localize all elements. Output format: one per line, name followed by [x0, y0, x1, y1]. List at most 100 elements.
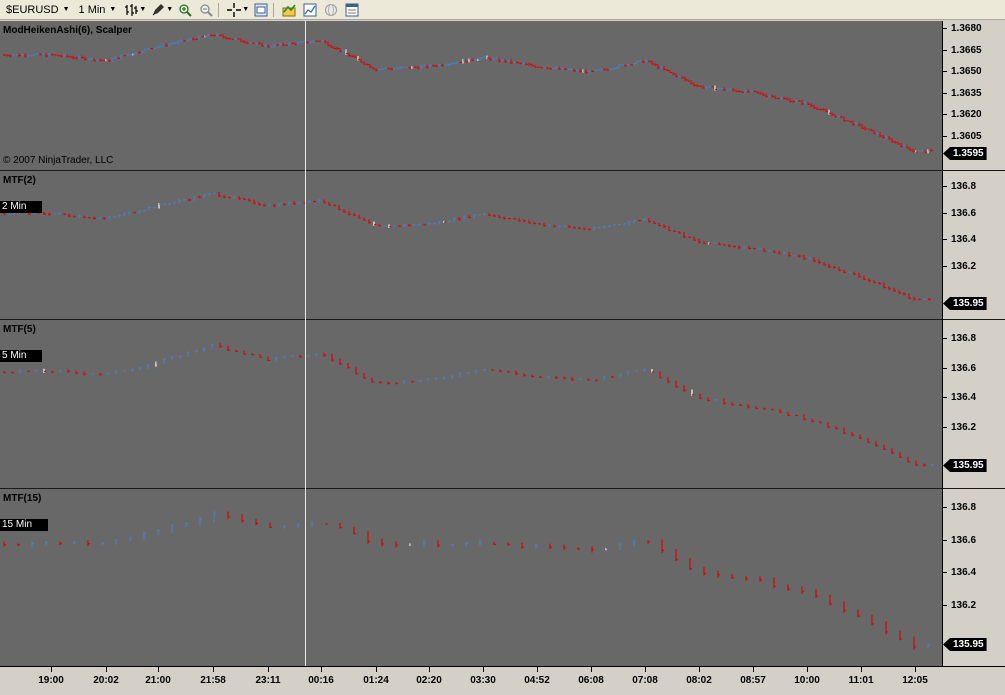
tick-label: 02:20	[416, 675, 442, 686]
price-axis-mtf-5[interactable]: 136.8 136.6 136.4 136.2 135.95	[942, 320, 1005, 489]
tick-mark	[428, 667, 430, 672]
chart-area[interactable]: ModHeikenAshi(6), Scalper © 2007 NinjaTr…	[0, 21, 1005, 695]
price-tick: 136.8	[943, 181, 1005, 193]
zoom-out-icon	[200, 3, 213, 17]
time-axis[interactable]: 19:00 20:02 21:00 21:58 23:11 00:16 01:24 02:20…	[0, 666, 1005, 695]
price-axis-mtf-15[interactable]: 136.8 136.6 136.4 136.2 135.95	[942, 489, 1005, 666]
tick-label: 1.3605	[951, 131, 982, 142]
properties-icon	[254, 3, 268, 16]
last-price-marker: 135.95	[943, 297, 987, 310]
price-axis-mtf-2[interactable]: 136.8 136.6 136.4 136.2 135.95	[942, 171, 1005, 320]
price-tick: 136.4	[943, 234, 1005, 246]
toolbar: $EURUSD ▼ 1 Min ▼ ▼ ▼ ▼	[0, 0, 1005, 20]
bar-type-button[interactable]	[122, 2, 140, 18]
price-tick: 1.3635	[943, 88, 1005, 100]
panel-heiken-ashi[interactable]: ModHeikenAshi(6), Scalper © 2007 NinjaTr…	[0, 21, 942, 171]
copyright-label: © 2007 NinjaTrader, LLC	[3, 155, 114, 166]
tick-label: 11:01	[848, 675, 874, 686]
tick-label: 03:30	[470, 675, 496, 686]
tick-label: 23:11	[255, 675, 281, 686]
tick-label: 19:00	[38, 675, 64, 686]
panel-title: MTF(2)	[3, 175, 36, 186]
strategies-icon	[282, 4, 296, 16]
tick-label: 07:08	[632, 675, 658, 686]
toolbar-separator	[218, 2, 220, 17]
tick-mark	[105, 667, 107, 672]
drawing-tools-button[interactable]	[149, 2, 167, 18]
interval-label: 1 Min	[78, 3, 106, 16]
time-tick: 12:05	[890, 667, 940, 686]
time-tick: 20:02	[81, 667, 131, 686]
tick-mark	[806, 667, 808, 672]
strategies-button[interactable]	[280, 2, 298, 18]
globe-icon	[325, 3, 338, 16]
tick-mark	[943, 338, 947, 339]
chevron-down-icon[interactable]: ▼	[166, 6, 173, 13]
indicators-icon	[303, 3, 317, 16]
tick-mark	[943, 572, 947, 573]
panel-mtf-15[interactable]: MTF(15) 15 Min	[0, 489, 942, 666]
tick-label: 01:24	[363, 675, 389, 686]
tick-mark	[943, 114, 947, 116]
indicators-button[interactable]	[301, 2, 319, 18]
tick-label: 136.2	[951, 599, 977, 611]
tick-mark	[943, 239, 947, 240]
tick-mark	[644, 667, 646, 672]
tick-mark	[482, 667, 484, 672]
tick-mark	[943, 212, 947, 214]
tick-label: 136.4	[951, 392, 977, 403]
instrument-label: $EURUSD	[6, 3, 59, 16]
price-tick: 136.2	[943, 600, 1005, 612]
time-tick: 11:01	[836, 667, 886, 686]
price-tick: 136.8	[943, 333, 1005, 345]
time-tick: 23:11	[243, 667, 293, 686]
tick-mark	[943, 397, 947, 398]
tick-label: 08:02	[686, 675, 712, 686]
price-axis-heiken-ashi[interactable]: 1.3680 1.3665 1.3650 1.3635 1.3620 1.3605 1.35…	[942, 21, 1005, 171]
price-tick: 1.3680	[943, 23, 1005, 35]
time-tick: 06:08	[566, 667, 616, 686]
tick-mark	[320, 667, 322, 672]
timeframe-badge: 2 Min	[0, 201, 43, 213]
price-tick: 136.6	[943, 208, 1005, 220]
time-tick: 03:30	[458, 667, 508, 686]
tick-mark	[943, 136, 947, 137]
tick-mark	[943, 92, 947, 94]
last-price-marker: 135.95	[943, 638, 987, 651]
chevron-down-icon[interactable]: ▼	[242, 6, 249, 13]
price-tick: 1.3665	[943, 45, 1005, 57]
panel-mtf-2[interactable]: MTF(2) 2 Min	[0, 171, 942, 320]
tick-label: 136.4	[951, 234, 977, 245]
tick-mark	[943, 507, 947, 508]
tick-mark	[943, 49, 947, 51]
time-tick: 07:08	[620, 667, 670, 686]
crosshair-button[interactable]	[225, 2, 243, 18]
interval-selector[interactable]: 1 Min ▼	[76, 2, 120, 18]
zoom-out-button[interactable]	[197, 2, 215, 18]
tick-mark	[590, 667, 592, 672]
time-tick: 21:58	[188, 667, 238, 686]
tick-mark	[698, 667, 700, 672]
tick-label: 136.2	[951, 421, 977, 433]
globe-button[interactable]	[322, 2, 340, 18]
tick-label: 1.3650	[951, 66, 982, 78]
time-tick: 21:00	[133, 667, 183, 686]
tick-mark	[943, 71, 947, 73]
panel-mtf-5[interactable]: MTF(5) 5 Min	[0, 320, 942, 489]
instrument-selector[interactable]: $EURUSD ▼	[3, 2, 73, 18]
chevron-down-icon[interactable]: ▼	[139, 6, 146, 13]
price-tick: 136.8	[943, 502, 1005, 514]
zoom-in-icon	[179, 3, 192, 17]
timeframe-badge: 5 Min	[0, 350, 43, 362]
panel-title: MTF(15)	[3, 493, 42, 504]
data-box-button[interactable]	[343, 2, 361, 18]
data-box-icon	[345, 3, 359, 16]
tick-label: 1.3635	[951, 87, 982, 99]
price-tick: 136.6	[943, 535, 1005, 547]
properties-button[interactable]	[252, 2, 270, 18]
tick-label: 136.6	[951, 362, 977, 374]
time-tick: 19:00	[26, 667, 76, 686]
tick-mark	[914, 667, 916, 672]
toolbar-separator	[273, 2, 275, 17]
zoom-in-button[interactable]	[176, 2, 194, 18]
